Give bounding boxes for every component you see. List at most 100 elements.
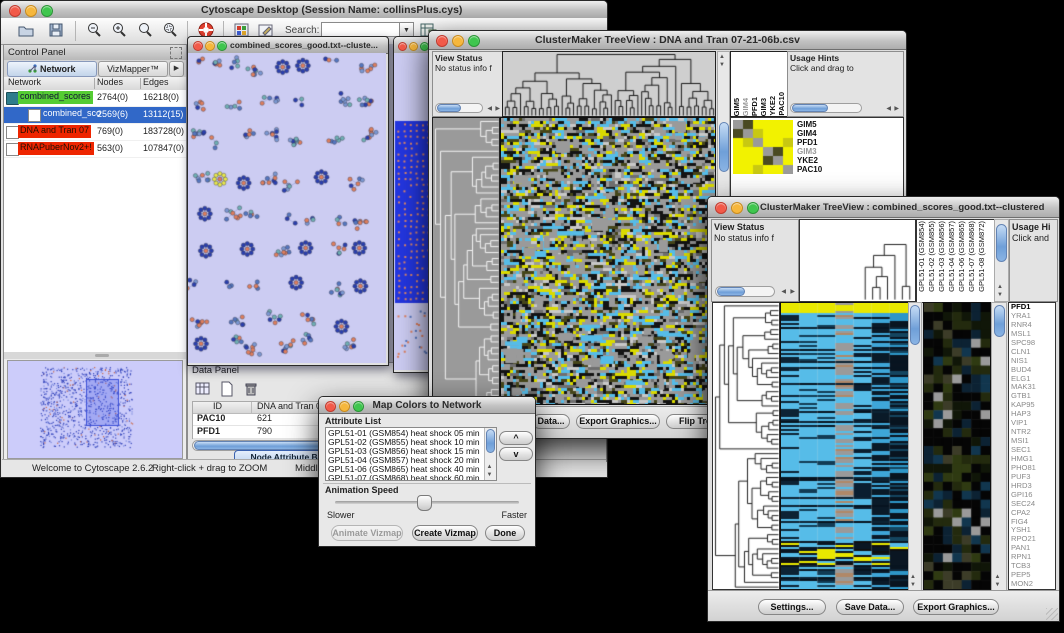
network-view-title-bar[interactable]: combined_scores_good.txt--cluste... [188, 37, 388, 54]
column-dendrogram-canvas[interactable] [502, 51, 716, 117]
zoom-in-icon[interactable] [110, 21, 128, 39]
minimize-button[interactable] [205, 41, 215, 51]
zoom-heatmap-canvas[interactable] [923, 302, 991, 590]
save-data-button[interactable]: Save Data... [836, 599, 904, 615]
speed-slider-thumb[interactable] [417, 495, 432, 511]
heatmap-canvas[interactable] [780, 302, 909, 590]
column-label[interactable]: GIM3 [760, 98, 768, 116]
gene-label[interactable]: SPC98 [1011, 339, 1055, 348]
attribute-list-vscrollbar[interactable]: ▲ ▼ [484, 428, 496, 480]
gene-label[interactable]: CPA2 [1011, 509, 1055, 518]
gene-label[interactable]: ELG1 [1011, 375, 1055, 384]
gene-label[interactable]: MSI1 [1011, 437, 1055, 446]
create-vizmap-button[interactable]: Create Vizmap [412, 525, 478, 541]
scroll-down-icon[interactable]: ▼ [997, 291, 1003, 299]
save-data-button[interactable]: Data... [532, 414, 570, 429]
zoom-row-label[interactable]: YKE2 [797, 156, 822, 165]
tab-vizmapper[interactable]: VizMapper™ [98, 61, 168, 77]
birdseye-canvas[interactable] [8, 361, 180, 456]
main-title-bar[interactable]: Cytoscape Desktop (Session Name: collins… [1, 1, 607, 19]
delete-attribute-icon[interactable] [242, 380, 260, 398]
gene-label[interactable]: CLN1 [1011, 348, 1055, 357]
network-tree-row[interactable]: DNA and Tran 07769(0)183728(0) [4, 124, 186, 141]
column-dendrogram-panel[interactable] [799, 219, 916, 302]
table-mode-icon[interactable] [194, 380, 212, 398]
scroll-up-icon[interactable]: ▲ [910, 573, 916, 581]
attribute-list-item[interactable]: GPL51-06 (GSM865) heat shock 40 min [328, 465, 484, 474]
search-input[interactable] [321, 22, 403, 37]
settings-button[interactable]: Settings... [758, 599, 826, 615]
col-header-edges[interactable]: Edges [143, 77, 169, 88]
zoom-row-label[interactable]: GIM4 [797, 129, 822, 138]
gene-label[interactable]: RNR4 [1011, 321, 1055, 330]
gene-label[interactable]: TCB3 [1011, 562, 1055, 571]
scroll-left-icon[interactable]: ◀ [781, 288, 786, 296]
treeview-combined-title-bar[interactable]: ClusterMaker TreeView : combined_scores_… [708, 197, 1059, 218]
more-tabs-button[interactable]: ▶ [169, 61, 184, 77]
dialog-title-bar[interactable]: Map Colors to Network [319, 397, 535, 414]
gene-label[interactable]: YSH1 [1011, 526, 1055, 535]
close-button[interactable] [9, 5, 21, 17]
gene-label[interactable]: FIG4 [1011, 518, 1055, 527]
zoom-fit-icon[interactable] [136, 21, 154, 39]
attribute-list-item[interactable]: GPL51-02 (GSM855) heat shock 10 min [328, 438, 484, 447]
gene-label[interactable]: MSL1 [1011, 330, 1055, 339]
heatmap-vscrollbar[interactable]: ▲ ▼ [908, 302, 922, 592]
scroll-right-icon[interactable]: ▶ [790, 288, 795, 296]
network-canvas[interactable] [188, 53, 386, 363]
gene-label[interactable]: HMG1 [1011, 455, 1055, 464]
minimize-button[interactable] [25, 5, 37, 17]
zoom-button[interactable] [41, 5, 53, 17]
minimize-button[interactable] [731, 202, 743, 214]
close-button[interactable] [398, 42, 407, 51]
gene-label[interactable]: PEP5 [1011, 571, 1055, 580]
scroll-down-icon[interactable]: ▼ [910, 581, 916, 589]
column-label[interactable]: GPL51-08 (GSM872) [978, 221, 988, 292]
scroll-up-icon[interactable]: ▲ [995, 573, 1001, 581]
col-header-nodes[interactable]: Nodes [97, 77, 123, 88]
move-up-button[interactable]: ^ [499, 431, 533, 445]
network-tree-row[interactable]: combined_sco2569(6)13112(15) [4, 107, 186, 124]
close-button[interactable] [193, 41, 203, 51]
network-tree-row[interactable]: RNAPuberNov2+!563(0)107847(0) [4, 141, 186, 158]
column-label[interactable]: GIM4 [742, 98, 750, 116]
zoom-row-label[interactable]: PAC10 [797, 165, 822, 174]
scroll-up-icon[interactable]: ▲ [997, 283, 1003, 291]
gene-label[interactable]: VIP1 [1011, 419, 1055, 428]
gene-label[interactable]: SEC1 [1011, 446, 1055, 455]
gene-label[interactable]: RPO21 [1011, 535, 1055, 544]
gene-label[interactable]: NIS1 [1011, 357, 1055, 366]
done-button[interactable]: Done [485, 525, 525, 541]
scroll-left-icon[interactable]: ◀ [886, 105, 891, 113]
gene-label[interactable]: HRD3 [1011, 482, 1055, 491]
scroll-down-icon[interactable]: ▼ [719, 61, 725, 69]
zoom-button[interactable] [217, 41, 227, 51]
gene-label[interactable]: GTB1 [1011, 392, 1055, 401]
birdseye-view[interactable] [7, 360, 183, 459]
animate-vizmap-button[interactable]: Animate Vizmap [331, 525, 403, 541]
gene-label[interactable]: KAP95 [1011, 401, 1055, 410]
scroll-down-icon[interactable]: ▼ [487, 471, 493, 479]
column-vscrollbar[interactable]: ▲ ▼ [994, 219, 1009, 302]
tab-network[interactable]: Network [7, 61, 97, 77]
scroll-down-icon[interactable]: ▼ [995, 581, 1001, 589]
column-dendrogram-canvas[interactable] [861, 242, 913, 300]
attribute-list-item[interactable]: GPL51-04 (GSM857) heat shock 20 min [328, 456, 484, 465]
data-col-id[interactable]: ID [213, 401, 222, 412]
zoom-vscrollbar[interactable]: ▲ ▼ [991, 302, 1007, 592]
gene-label[interactable]: PAN1 [1011, 544, 1055, 553]
open-file-icon[interactable] [17, 21, 35, 39]
gene-label[interactable]: PUF3 [1011, 473, 1055, 482]
resize-grip[interactable] [1046, 608, 1058, 620]
view-status-hscrollbar[interactable] [435, 103, 483, 113]
gene-label[interactable]: PFD1 [1011, 303, 1055, 312]
gene-label[interactable]: GPI16 [1011, 491, 1055, 500]
export-graphics-button[interactable]: Export Graphics... [576, 414, 660, 429]
zoom-out-icon[interactable] [85, 21, 103, 39]
column-label[interactable]: GIM5 [733, 98, 741, 116]
usage-hints-hscrollbar[interactable] [790, 103, 862, 113]
column-label[interactable]: YKE2 [769, 96, 777, 116]
gene-label[interactable]: RPN1 [1011, 553, 1055, 562]
gene-label[interactable]: NTR2 [1011, 428, 1055, 437]
export-graphics-button[interactable]: Export Graphics... [913, 599, 999, 615]
